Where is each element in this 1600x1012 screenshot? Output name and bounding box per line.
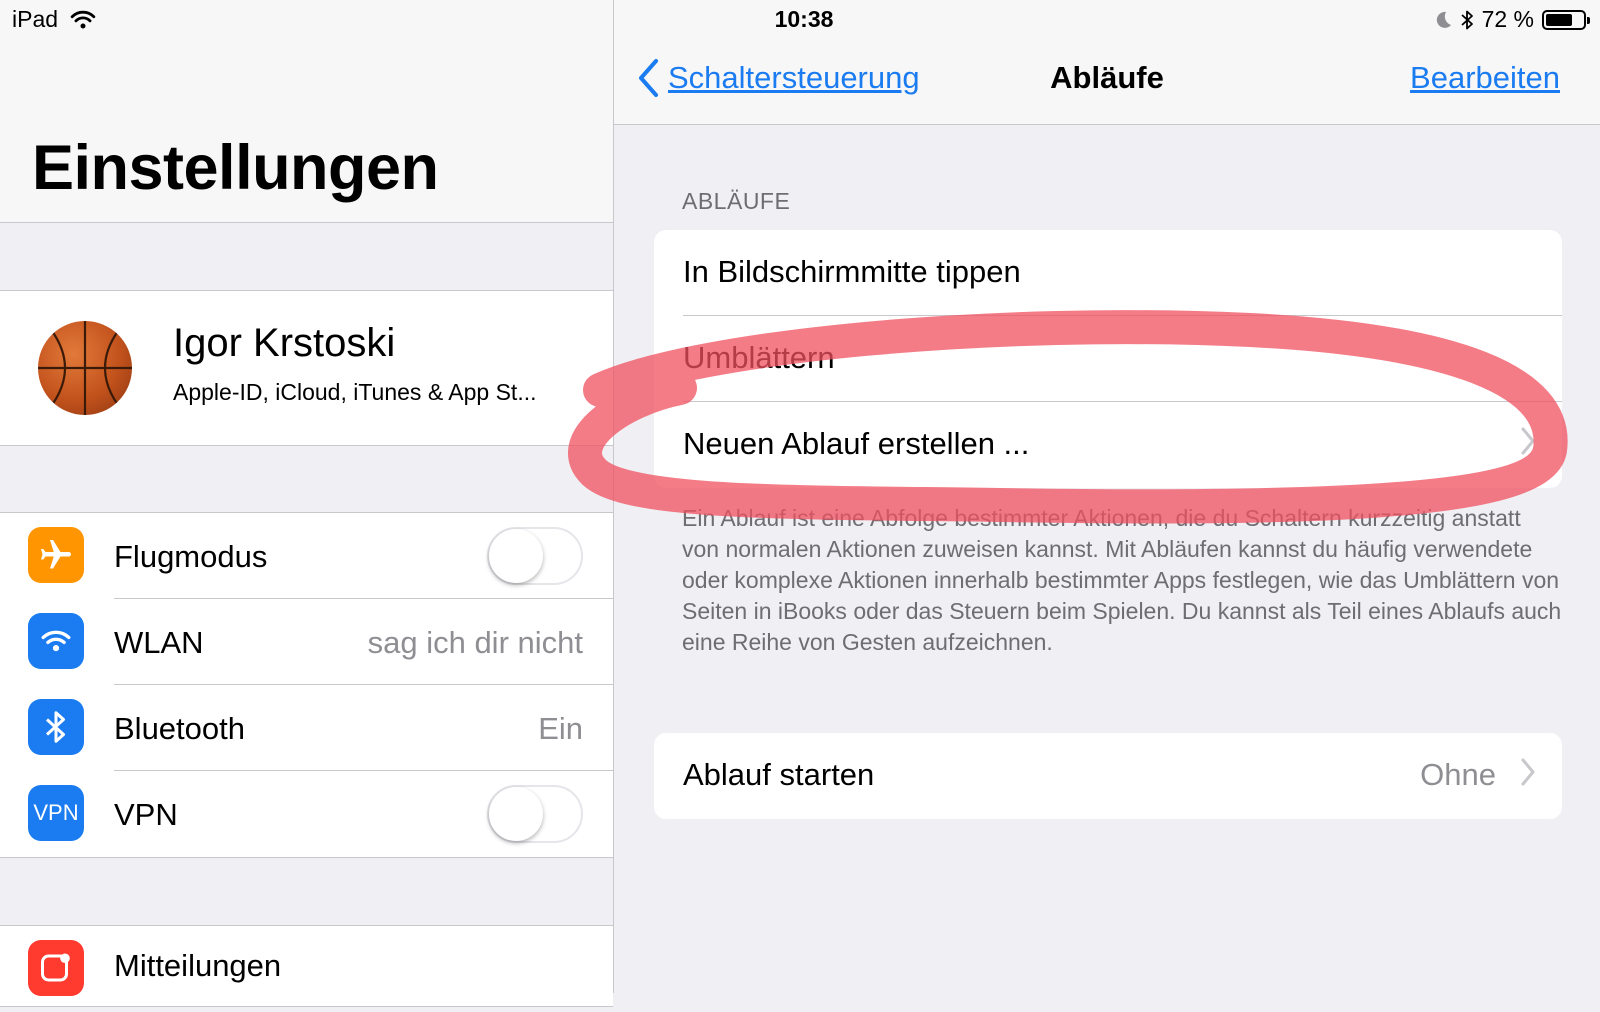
list-item-label: Ablauf starten: [683, 757, 875, 792]
profile-name: Igor Krstoski: [173, 321, 396, 365]
avatar: [38, 321, 132, 415]
create-recipe-item[interactable]: Neuen Ablauf erstellen ...: [654, 402, 1562, 488]
flugmodus-toggle[interactable]: [487, 527, 583, 585]
battery-icon: [1542, 9, 1590, 30]
sidebar-item-label: WLAN: [114, 625, 204, 660]
wifi-icon: [28, 613, 84, 669]
airplane-icon: [28, 527, 84, 583]
wlan-value: sag ich dir nicht: [367, 625, 583, 660]
status-bar: iPad 10:38 72 %: [0, 0, 1600, 40]
sidebar-item-wlan[interactable]: WLAN sag ich dir nicht: [0, 599, 613, 685]
profile-subtitle: Apple-ID, iCloud, iTunes & App St...: [173, 379, 537, 405]
sidebar-item-label: Bluetooth: [114, 711, 245, 746]
start-recipe-group: Ablauf starten Ohne: [654, 733, 1562, 819]
list-item-label: Umblättern: [683, 340, 835, 375]
battery-level: [1546, 13, 1572, 26]
clock: 10:38: [774, 6, 834, 32]
sidebar-item-label: Mitteilungen: [114, 948, 282, 983]
bluetooth-icon: [28, 699, 84, 755]
recipes-list: In Bildschirmmitte tippen Umblättern Neu…: [654, 230, 1562, 488]
page-title: Einstellungen: [32, 133, 439, 203]
bluetooth-value: Ein: [538, 711, 583, 746]
sidebar-item-bluetooth[interactable]: Bluetooth Ein: [0, 685, 613, 771]
sidebar-item-flugmodus[interactable]: Flugmodus: [0, 513, 613, 599]
section-header: ABLÄUFE: [682, 188, 791, 214]
basketball-icon: [38, 321, 132, 415]
connectivity-group: Flugmodus WLAN sag ich dir nicht Bluetoo…: [0, 512, 613, 858]
vpn-icon: VPN: [28, 785, 84, 841]
detail-pane: Schaltersteuerung Abläufe Bearbeiten ABL…: [614, 0, 1600, 993]
status-right: 72 %: [1434, 6, 1590, 33]
profile-row[interactable]: Igor Krstoski Apple-ID, iCloud, iTunes &…: [0, 290, 613, 446]
sidebar-item-mitteilungen[interactable]: Mitteilungen: [0, 926, 613, 1012]
sidebar-item-vpn[interactable]: VPN VPN: [0, 771, 613, 857]
list-item-label: Neuen Ablauf erstellen ...: [683, 426, 1030, 461]
vpn-toggle[interactable]: [487, 785, 583, 843]
sidebar-item-label: VPN: [114, 797, 178, 832]
notifications-icon: [28, 940, 84, 996]
chevron-right-icon: [1520, 757, 1536, 795]
battery-percent: 72 %: [1481, 6, 1534, 32]
toggle-knob: [489, 787, 543, 841]
moon-icon: [1436, 11, 1451, 28]
toggle-knob: [489, 529, 543, 583]
bluetooth-icon: [1460, 10, 1473, 29]
section-footer: Ein Ablauf ist eine Abfolge bestimmter A…: [682, 505, 1562, 655]
settings-sidebar: Einstellungen Igor Krstoski Apple-ID, iC…: [0, 0, 613, 1007]
list-item[interactable]: In Bildschirmmitte tippen: [654, 230, 1562, 316]
edit-button[interactable]: Bearbeiten: [1410, 60, 1560, 96]
list-item[interactable]: Umblättern: [654, 316, 1562, 402]
chevron-right-icon: [1520, 426, 1536, 464]
sidebar-item-label: Flugmodus: [114, 539, 268, 574]
list-item-label: In Bildschirmmitte tippen: [683, 254, 1021, 289]
start-recipe-value: Ohne: [1420, 757, 1496, 792]
start-recipe-row[interactable]: Ablauf starten Ohne: [654, 733, 1562, 819]
notifications-group: Mitteilungen: [0, 925, 613, 1007]
